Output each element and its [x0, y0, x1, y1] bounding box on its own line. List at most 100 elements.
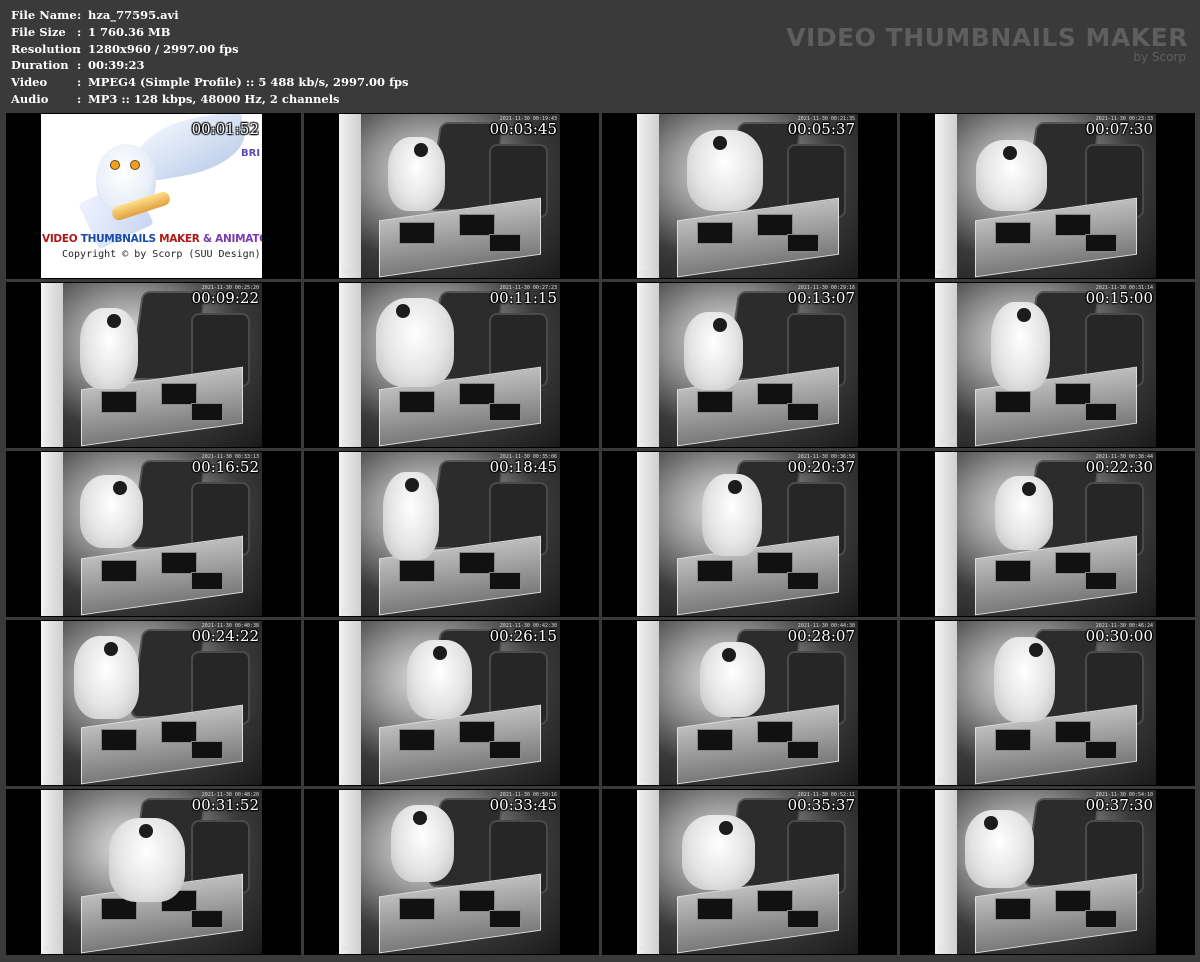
thumbnail[interactable]: 2021-11-30 00:35:06 CH 1PC 00:18:45	[304, 451, 599, 617]
wall	[339, 283, 361, 447]
thumbnail[interactable]: 2021-11-30 00:46:24 CH 1PC 00:30:00	[900, 620, 1195, 786]
monitor	[787, 910, 819, 928]
video-frame: 2021-11-30 00:33:13 CH 1PC	[41, 452, 262, 616]
thumbnail[interactable]: BRI VIDEO THUMBNAILS MAKER & ANIMATO Copyr…	[6, 113, 301, 279]
thumbnail[interactable]: 2021-11-30 00:36:58 CH 1PC 00:20:37	[602, 451, 897, 617]
thumbnail[interactable]: 2021-11-30 00:44:30 CH 1PC 00:28:07	[602, 620, 897, 786]
person-head	[728, 480, 742, 494]
camera-id: CH 1PC	[640, 439, 659, 445]
monitor	[459, 214, 495, 236]
info-row-resolution: Resolution : 1280x960 / 2997.00 fps	[11, 41, 409, 58]
monitor	[1085, 572, 1117, 590]
file-info-panel: File Name : hza_77595.avi File Size : 1 …	[11, 7, 409, 108]
wall	[637, 621, 659, 785]
owl-eye	[130, 160, 140, 170]
person-head	[413, 811, 427, 825]
thumbnail-timestamp: 00:11:15	[489, 289, 557, 307]
monitor	[787, 741, 819, 759]
monitor	[399, 729, 435, 751]
monitor	[1055, 890, 1091, 912]
camera-id: CH 1PC	[342, 608, 361, 614]
video-frame: 2021-11-30 00:27:23 CH 1PC	[339, 283, 560, 447]
info-row-file-size: File Size : 1 760.36 MB	[11, 24, 409, 41]
info-separator: :	[77, 41, 82, 56]
video-frame: 2021-11-30 00:40:38 CH 1PC	[41, 621, 262, 785]
monitor	[399, 898, 435, 920]
video-frame: 2021-11-30 00:46:24 CH 1PC	[935, 621, 1156, 785]
info-label: Audio	[11, 91, 49, 106]
thumbnail-timestamp: 00:37:30	[1085, 796, 1153, 814]
person-head	[713, 318, 727, 332]
thumbnail[interactable]: 2021-11-30 00:23:33 CH 1PC 00:07:30	[900, 113, 1195, 279]
monitor	[459, 721, 495, 743]
person-head	[1017, 308, 1031, 322]
info-separator: :	[77, 8, 82, 22]
wall	[339, 790, 361, 954]
thumbnail[interactable]: 2021-11-30 00:21:35 CH 1PC 00:05:37	[602, 113, 897, 279]
thumbnail[interactable]: 2021-11-30 00:19:43 CH 1PC 00:03:45	[304, 113, 599, 279]
camera-id: CH 1PC	[342, 946, 361, 952]
thumbnail[interactable]: 2021-11-30 00:31:14 CH 1PC 00:15:00	[900, 282, 1195, 448]
info-row-file-name: File Name : hza_77595.avi	[11, 7, 409, 24]
monitor	[697, 898, 733, 920]
monitor	[101, 729, 137, 751]
wall	[637, 452, 659, 616]
monitor	[757, 214, 793, 236]
thumbnail[interactable]: 2021-11-30 00:33:13 CH 1PC 00:16:52	[6, 451, 301, 617]
person-head	[713, 136, 727, 150]
info-value: hza_77595.avi	[88, 8, 179, 22]
thumbnail[interactable]: 2021-11-30 00:38:44 CH 1PC 00:22:30	[900, 451, 1195, 617]
person-head	[104, 642, 118, 656]
brand-watermark: VIDEO THUMBNAILS MAKER by Scorp	[786, 24, 1188, 63]
wall	[41, 621, 63, 785]
monitor	[1085, 910, 1117, 928]
video-frame: 2021-11-30 00:35:06 CH 1PC	[339, 452, 560, 616]
monitor	[489, 234, 521, 252]
video-frame: 2021-11-30 00:36:58 CH 1PC	[637, 452, 858, 616]
thumbnail[interactable]: 2021-11-30 00:27:23 CH 1PC 00:11:15	[304, 282, 599, 448]
monitor	[191, 572, 223, 590]
video-frame: 2021-11-30 00:54:10 CH 1PC	[935, 790, 1156, 954]
thumbnail[interactable]: 2021-11-30 00:25:20 CH 1PC 00:09:22	[6, 282, 301, 448]
thumbnail-timestamp: 00:26:15	[489, 627, 557, 645]
monitor	[101, 560, 137, 582]
brand-subtitle: by Scorp	[1133, 50, 1186, 64]
video-frame: 2021-11-30 00:52:11 CH 1PC	[637, 790, 858, 954]
camera-id: CH 1PC	[342, 439, 361, 445]
monitor	[1085, 403, 1117, 421]
thumbnail-timestamp: 00:18:45	[489, 458, 557, 476]
camera-id: CH 1PC	[342, 777, 361, 783]
monitor	[787, 403, 819, 421]
thumbnail[interactable]: 2021-11-30 00:42:30 CH 1PC 00:26:15	[304, 620, 599, 786]
monitor	[697, 560, 733, 582]
person-head	[405, 478, 419, 492]
monitor	[757, 721, 793, 743]
thumbnail[interactable]: 2021-11-30 00:29:16 CH 1PC 00:13:07	[602, 282, 897, 448]
person-head	[1003, 146, 1017, 160]
thumbnail-timestamp: 00:20:37	[787, 458, 855, 476]
camera-id: CH 1PC	[640, 270, 659, 276]
monitor	[757, 552, 793, 574]
thumbnail[interactable]: 2021-11-30 00:54:10 CH 1PC 00:37:30	[900, 789, 1195, 955]
thumbnail[interactable]: 2021-11-30 00:52:11 CH 1PC 00:35:37	[602, 789, 897, 955]
camera-id: CH 1PC	[640, 946, 659, 952]
person	[80, 475, 143, 548]
camera-id: CH 1PC	[938, 439, 957, 445]
monitor	[1055, 383, 1091, 405]
thumbnail-timestamp: 00:33:45	[489, 796, 557, 814]
thumbnail[interactable]: 2021-11-30 00:48:20 CH 1PC 00:31:52	[6, 789, 301, 955]
video-frame: 2021-11-30 00:42:30 CH 1PC	[339, 621, 560, 785]
person-head	[414, 143, 428, 157]
wall	[41, 452, 63, 616]
thumbnail-timestamp: 00:13:07	[787, 289, 855, 307]
camera-id: CH 1PC	[938, 946, 957, 952]
monitor	[489, 910, 521, 928]
thumbnail[interactable]: 2021-11-30 00:50:16 CH 1PC 00:33:45	[304, 789, 599, 955]
thumbnail-timestamp: 00:03:45	[489, 120, 557, 138]
monitor	[459, 383, 495, 405]
wall	[935, 114, 957, 278]
thumbnail[interactable]: 2021-11-30 00:40:38 CH 1PC 00:24:22	[6, 620, 301, 786]
app-logo: BRI VIDEO THUMBNAILS MAKER & ANIMATO Copyr…	[41, 114, 262, 278]
info-separator: :	[77, 75, 82, 90]
info-value: 1280x960 / 2997.00 fps	[88, 41, 239, 56]
